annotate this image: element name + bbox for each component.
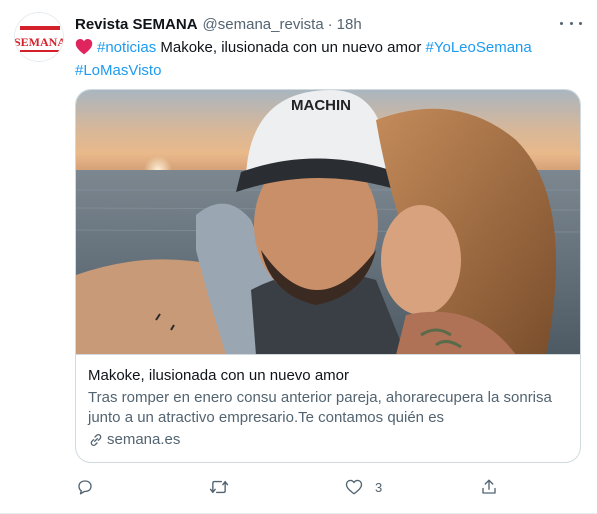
card-description: Tras romper en enero consu anterior pare… (88, 389, 552, 426)
link-card[interactable]: MACHIN Makoke, ilusionada con un nuevo a… (75, 89, 581, 463)
tweet-body: Makoke, ilusionada con un nuevo amor (156, 39, 426, 56)
card-body: Makoke, ilusionada con un nuevo amor Tra… (88, 366, 568, 450)
reply-button[interactable] (76, 476, 106, 498)
hashtag-lomasvisto[interactable]: #LoMasVisto (75, 62, 161, 79)
card-domain[interactable]: semana.es (88, 430, 568, 450)
reply-icon (78, 480, 92, 495)
hashtag-noticias[interactable]: #noticias (97, 39, 156, 56)
red-heart-icon (75, 39, 93, 55)
action-bar: 3 (75, 476, 515, 498)
card-image[interactable]: MACHIN (76, 90, 580, 355)
share-button[interactable] (480, 476, 498, 498)
retweet-button[interactable] (209, 476, 241, 498)
like-count: 3 (375, 479, 383, 495)
link-icon (90, 434, 102, 446)
share-icon (482, 479, 496, 494)
timestamp[interactable]: 18h (337, 16, 362, 33)
svg-text:SEMANA: SEMANA (15, 35, 64, 49)
card-title[interactable]: Makoke, ilusionada con un nuevo amor (88, 366, 568, 386)
author-handle[interactable]: @semana_revista (203, 16, 324, 33)
card-domain-text: semana.es (107, 431, 181, 448)
author-name[interactable]: Revista SEMANA (75, 16, 198, 33)
avatar[interactable]: SEMANA (14, 12, 64, 62)
retweet-icon (209, 480, 229, 494)
more-options-icon[interactable] (560, 14, 582, 32)
tweet[interactable]: SEMANA Revista SEMANA @semana_revista · … (0, 0, 597, 514)
like-button[interactable]: 3 (345, 476, 382, 498)
svg-text:MACHIN: MACHIN (291, 97, 351, 114)
tweet-text: #noticias Makoke, ilusionada con un nuev… (75, 36, 580, 82)
tweet-header: Revista SEMANA @semana_revista · 18h (75, 13, 362, 35)
separator: · (327, 15, 333, 33)
like-icon (345, 479, 363, 495)
hashtag-yoleosemana[interactable]: #YoLeoSemana (426, 39, 532, 56)
